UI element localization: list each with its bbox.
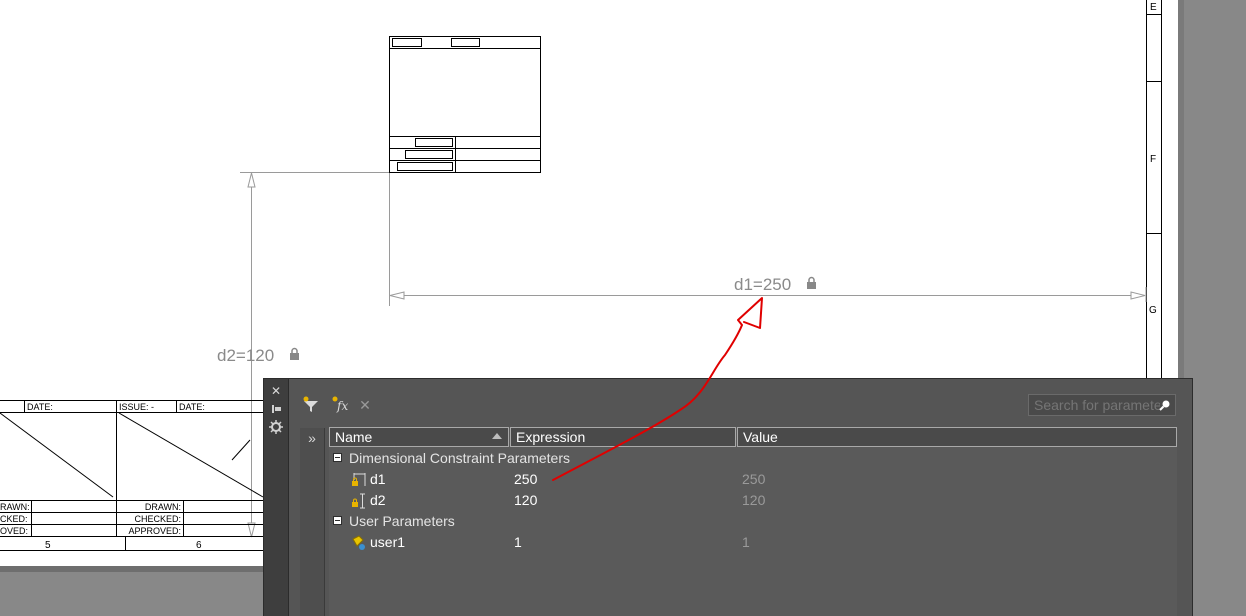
- group-label: User Parameters: [349, 513, 455, 529]
- search-input[interactable]: [1029, 395, 1160, 415]
- dimensional-constraint-icon: [352, 473, 366, 486]
- close-icon[interactable]: ✕: [268, 383, 284, 399]
- create-parameter-filter-icon[interactable]: [301, 395, 321, 415]
- parameter-value: 1: [742, 534, 750, 550]
- autohide-icon[interactable]: [268, 401, 284, 417]
- parameter-expression[interactable]: 250: [514, 469, 537, 490]
- filter-tree-panel[interactable]: »: [300, 428, 325, 616]
- parameter-expression[interactable]: 1: [514, 532, 522, 553]
- parameter-row-d2[interactable]: d2 120 120: [329, 490, 1177, 511]
- collapse-icon[interactable]: [333, 453, 342, 462]
- column-header-expression-label: Expression: [516, 429, 586, 445]
- column-header-value[interactable]: Value: [737, 427, 1177, 447]
- palette-title-strip[interactable]: ✕: [264, 379, 289, 616]
- sort-ascending-icon: [492, 433, 502, 439]
- search-icon[interactable]: [1159, 399, 1171, 411]
- parameter-name[interactable]: user1: [370, 532, 405, 553]
- grid-header: Name Expression Value: [329, 427, 1177, 447]
- parameter-expression[interactable]: 120: [514, 490, 537, 511]
- properties-icon[interactable]: [268, 419, 284, 435]
- group-row-user[interactable]: User Parameters: [329, 511, 1177, 532]
- new-user-parameter-icon[interactable]: fx: [331, 395, 351, 415]
- collapse-icon[interactable]: [333, 516, 342, 525]
- parameter-row-d1[interactable]: d1 250 250: [329, 469, 1177, 490]
- parameters-grid[interactable]: Name Expression Value Dimensional Constr…: [329, 427, 1177, 616]
- parameter-name[interactable]: d1: [370, 469, 386, 490]
- parameter-value: 250: [742, 471, 766, 487]
- delete-parameter-icon[interactable]: ✕: [355, 395, 375, 415]
- parameter-value: 120: [742, 492, 766, 508]
- parameter-name[interactable]: d2: [370, 490, 386, 511]
- user-parameter-icon: [352, 535, 365, 550]
- column-header-name-label: Name: [335, 429, 373, 445]
- parameter-row-user1[interactable]: user1 1 1: [329, 532, 1177, 553]
- group-row-dimensional[interactable]: Dimensional Constraint Parameters: [329, 448, 1177, 469]
- group-label: Dimensional Constraint Parameters: [349, 450, 570, 466]
- svg-text:fx: fx: [336, 399, 348, 413]
- column-header-expression[interactable]: Expression: [510, 427, 736, 447]
- palette-content: fx ✕ » Name Expression Value: [289, 379, 1192, 616]
- parameters-manager-palette[interactable]: ✕ fx ✕ » Name: [263, 378, 1193, 616]
- parameter-search-box[interactable]: [1028, 394, 1176, 416]
- column-header-name[interactable]: Name: [329, 427, 509, 447]
- column-header-value-label: Value: [743, 429, 778, 445]
- expand-filter-tree-icon[interactable]: »: [300, 428, 324, 448]
- dimensional-constraint-icon: [352, 493, 365, 509]
